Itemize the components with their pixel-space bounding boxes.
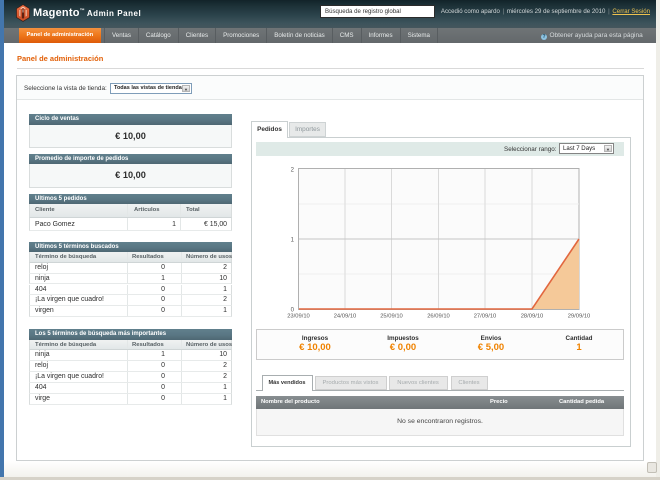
svg-text:2: 2 [291, 168, 295, 174]
svg-text:29/09/10: 29/09/10 [568, 314, 591, 320]
svg-text:25/09/10: 25/09/10 [380, 314, 403, 320]
svg-text:23/09/10: 23/09/10 [287, 314, 310, 320]
svg-text:24/09/10: 24/09/10 [334, 314, 357, 320]
svg-text:28/09/10: 28/09/10 [521, 314, 544, 320]
svg-text:1: 1 [291, 238, 295, 244]
svg-text:26/09/10: 26/09/10 [427, 314, 450, 320]
svg-text:27/09/10: 27/09/10 [474, 314, 497, 320]
